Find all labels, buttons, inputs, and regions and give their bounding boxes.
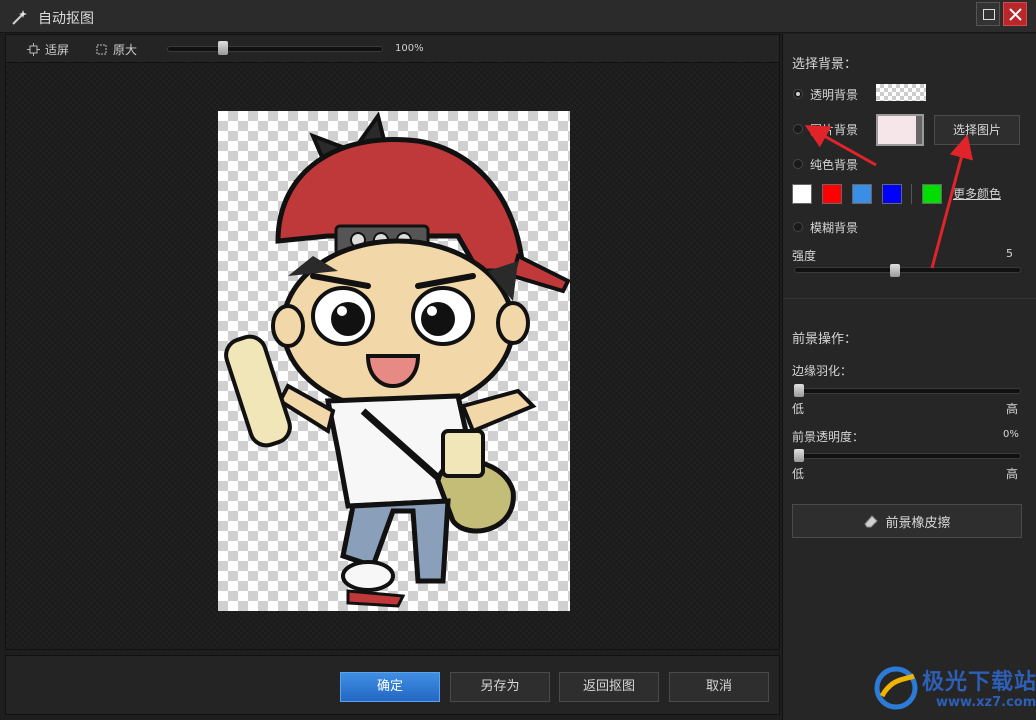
arrow-to-choose-image: [930, 134, 973, 269]
watermark: 极光下载站 www.xz7.com: [870, 660, 1036, 716]
watermark-logo-icon: [874, 666, 918, 710]
arrow-to-image-radio: [804, 125, 877, 167]
annotation-arrows: [804, 125, 973, 269]
watermark-name: 极光下载站: [922, 670, 1036, 695]
watermark-url: www.xz7.com: [936, 695, 1036, 710]
